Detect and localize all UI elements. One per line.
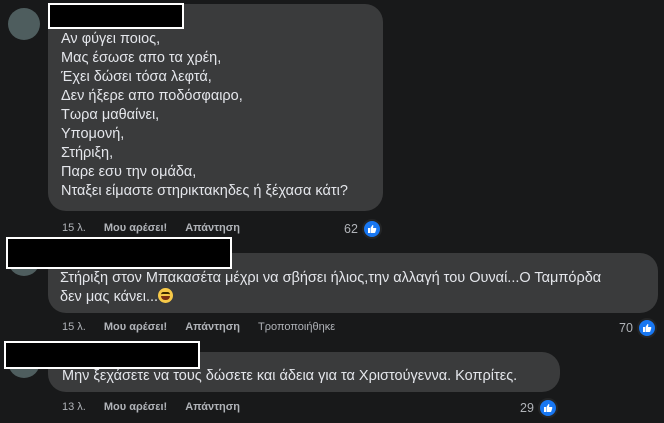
comment-line: Στήριξη, bbox=[61, 145, 114, 161]
redacted-author-name bbox=[6, 237, 232, 269]
like-reaction-icon bbox=[537, 398, 558, 418]
redacted-author-name bbox=[4, 341, 200, 369]
comment-line: Παρε εσυ την ομάδα, bbox=[61, 164, 197, 180]
reply-button[interactable]: Απάντηση bbox=[185, 401, 240, 413]
comment-timestamp[interactable]: 15 λ. bbox=[62, 222, 86, 234]
reply-button[interactable]: Απάντηση bbox=[185, 321, 240, 333]
like-button[interactable]: Μου αρέσει! bbox=[104, 321, 167, 333]
reaction-count[interactable]: 70 bbox=[619, 318, 657, 338]
comment-line: Μην ξεχάσετε να τους δώσετε και άδεια γι… bbox=[62, 368, 518, 384]
redacted-author-name bbox=[48, 3, 184, 29]
reply-button[interactable]: Απάντηση bbox=[185, 222, 240, 234]
reaction-count-value: 62 bbox=[344, 222, 358, 236]
like-reaction-icon bbox=[361, 219, 382, 239]
comment-line-with-emoji: δεν μας κάνει... bbox=[60, 288, 174, 307]
laughing-emoji-icon bbox=[158, 288, 174, 303]
comment-line: Στήριξη στον Μπακασέτα μέχρι να σβήσει ή… bbox=[60, 270, 602, 286]
comment-timestamp[interactable]: 13 λ. bbox=[62, 401, 86, 413]
comment-line: Υπομονή, bbox=[61, 126, 125, 142]
comment-line: Τωρα μαθαίνει, bbox=[61, 107, 160, 123]
reaction-count[interactable]: 62 bbox=[344, 219, 382, 239]
comment-line: δεν μας κάνει... bbox=[60, 289, 159, 305]
comment-line: Μας έσωσε απο τα χρέη, bbox=[61, 50, 222, 66]
like-reaction-icon bbox=[636, 318, 657, 338]
edited-label[interactable]: Τροποποιήθηκε bbox=[258, 321, 335, 333]
reaction-count[interactable]: 29 bbox=[520, 398, 558, 418]
avatar[interactable] bbox=[8, 8, 40, 40]
comment-timestamp[interactable]: 15 λ. bbox=[62, 321, 86, 333]
comment-line: Νταξει είμαστε στηρικτακηδες ή ξέχασα κά… bbox=[61, 183, 348, 199]
comment-actions: 13 λ. Μου αρέσει! Απάντηση bbox=[62, 401, 240, 413]
like-button[interactable]: Μου αρέσει! bbox=[104, 401, 167, 413]
reaction-count-value: 29 bbox=[520, 401, 534, 415]
comment-line: Δεν ήξερε απο ποδόσφαιρο, bbox=[61, 88, 243, 104]
like-button[interactable]: Μου αρέσει! bbox=[104, 222, 167, 234]
comment-actions: 15 λ. Μου αρέσει! Απάντηση bbox=[62, 222, 240, 234]
reaction-count-value: 70 bbox=[619, 321, 633, 335]
comment-actions: 15 λ. Μου αρέσει! Απάντηση Τροποποιήθηκε bbox=[62, 321, 335, 333]
comment-line: Αν φύγει ποιος, bbox=[61, 31, 161, 47]
comment-line: Έχει δώσει τόσα λεφτά, bbox=[61, 69, 212, 85]
